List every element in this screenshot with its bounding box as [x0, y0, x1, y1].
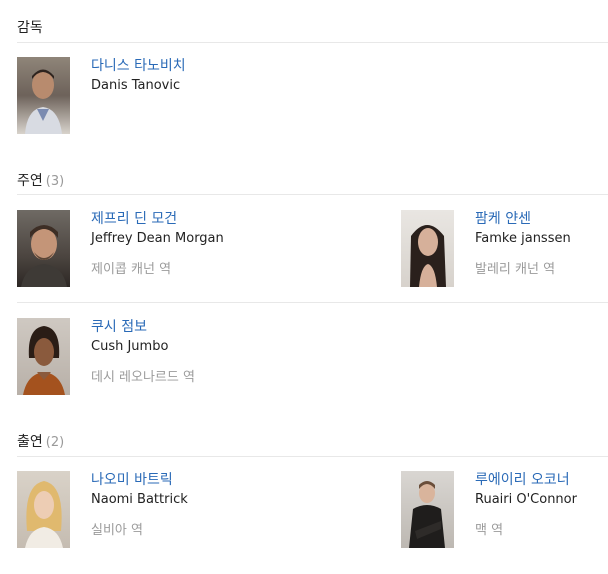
- person-photo-icon: [410, 225, 446, 287]
- person-name-ko-link[interactable]: 쿠시 점보: [91, 318, 195, 336]
- divider: [17, 456, 608, 457]
- person-photo[interactable]: [17, 210, 70, 287]
- section-count: (3): [45, 174, 65, 189]
- person-name-en: Ruairi O'Connor: [475, 492, 577, 507]
- person-name-en: Danis Tanovic: [91, 78, 181, 93]
- person-name-ko-link[interactable]: 나오미 바트릭: [91, 471, 188, 489]
- person-role: 제이콥 캐넌 역: [91, 262, 172, 277]
- section-title-cast: 출연 (2): [17, 431, 64, 451]
- person-name-en: Cush Jumbo: [91, 339, 169, 354]
- person-name-ko-link[interactable]: 루에이리 오코너: [475, 471, 577, 489]
- section-title-leads: 주연 (3): [17, 170, 64, 190]
- person-card-cast: 루에이리 오코너 Ruairi O'Connor 맥 역: [401, 471, 601, 551]
- person-name-en: Naomi Battrick: [91, 492, 188, 507]
- person-name-en: Jeffrey Dean Morgan: [91, 231, 224, 246]
- person-card-director: 다니스 타노비치 Danis Tanovic: [17, 57, 217, 137]
- person-photo-icon: [25, 481, 63, 548]
- divider: [17, 194, 608, 195]
- person-name-ko-link[interactable]: 제프리 딘 모건: [91, 210, 224, 228]
- section-title-cast-label: 출연: [17, 434, 43, 450]
- person-photo-icon: [409, 481, 445, 548]
- person-card-lead: 쿠시 점보 Cush Jumbo 데시 레오나르드 역: [17, 318, 217, 398]
- person-photo[interactable]: [401, 471, 454, 548]
- person-photo[interactable]: [17, 57, 70, 134]
- person-card-cast: 나오미 바트릭 Naomi Battrick 실비아 역: [17, 471, 217, 551]
- person-name-en: Famke janssen: [475, 231, 571, 246]
- divider: [17, 302, 608, 303]
- section-title-director: 감독: [17, 17, 43, 37]
- person-card-lead: 제프리 딘 모건 Jeffrey Dean Morgan 제이콥 캐넌 역: [17, 210, 224, 290]
- person-role: 발레리 캐넌 역: [475, 262, 556, 277]
- section-title-leads-label: 주연: [17, 173, 43, 189]
- person-photo[interactable]: [17, 318, 70, 395]
- person-name-ko-link[interactable]: 다니스 타노비치: [91, 57, 186, 75]
- person-photo[interactable]: [401, 210, 454, 287]
- divider: [17, 42, 608, 43]
- person-photo-icon: [23, 326, 65, 395]
- person-photo[interactable]: [17, 471, 70, 548]
- person-role: 데시 레오나르드 역: [91, 370, 195, 385]
- person-role: 맥 역: [475, 523, 504, 538]
- person-photo-icon: [25, 69, 62, 134]
- section-count: (2): [45, 435, 65, 450]
- section-title-director-label: 감독: [17, 20, 43, 36]
- person-card-lead: 팜케 얀센 Famke janssen 발레리 캐넌 역: [401, 210, 601, 290]
- person-photo-icon: [21, 225, 67, 287]
- person-role: 실비아 역: [91, 523, 143, 538]
- person-name-ko-link[interactable]: 팜케 얀센: [475, 210, 571, 228]
